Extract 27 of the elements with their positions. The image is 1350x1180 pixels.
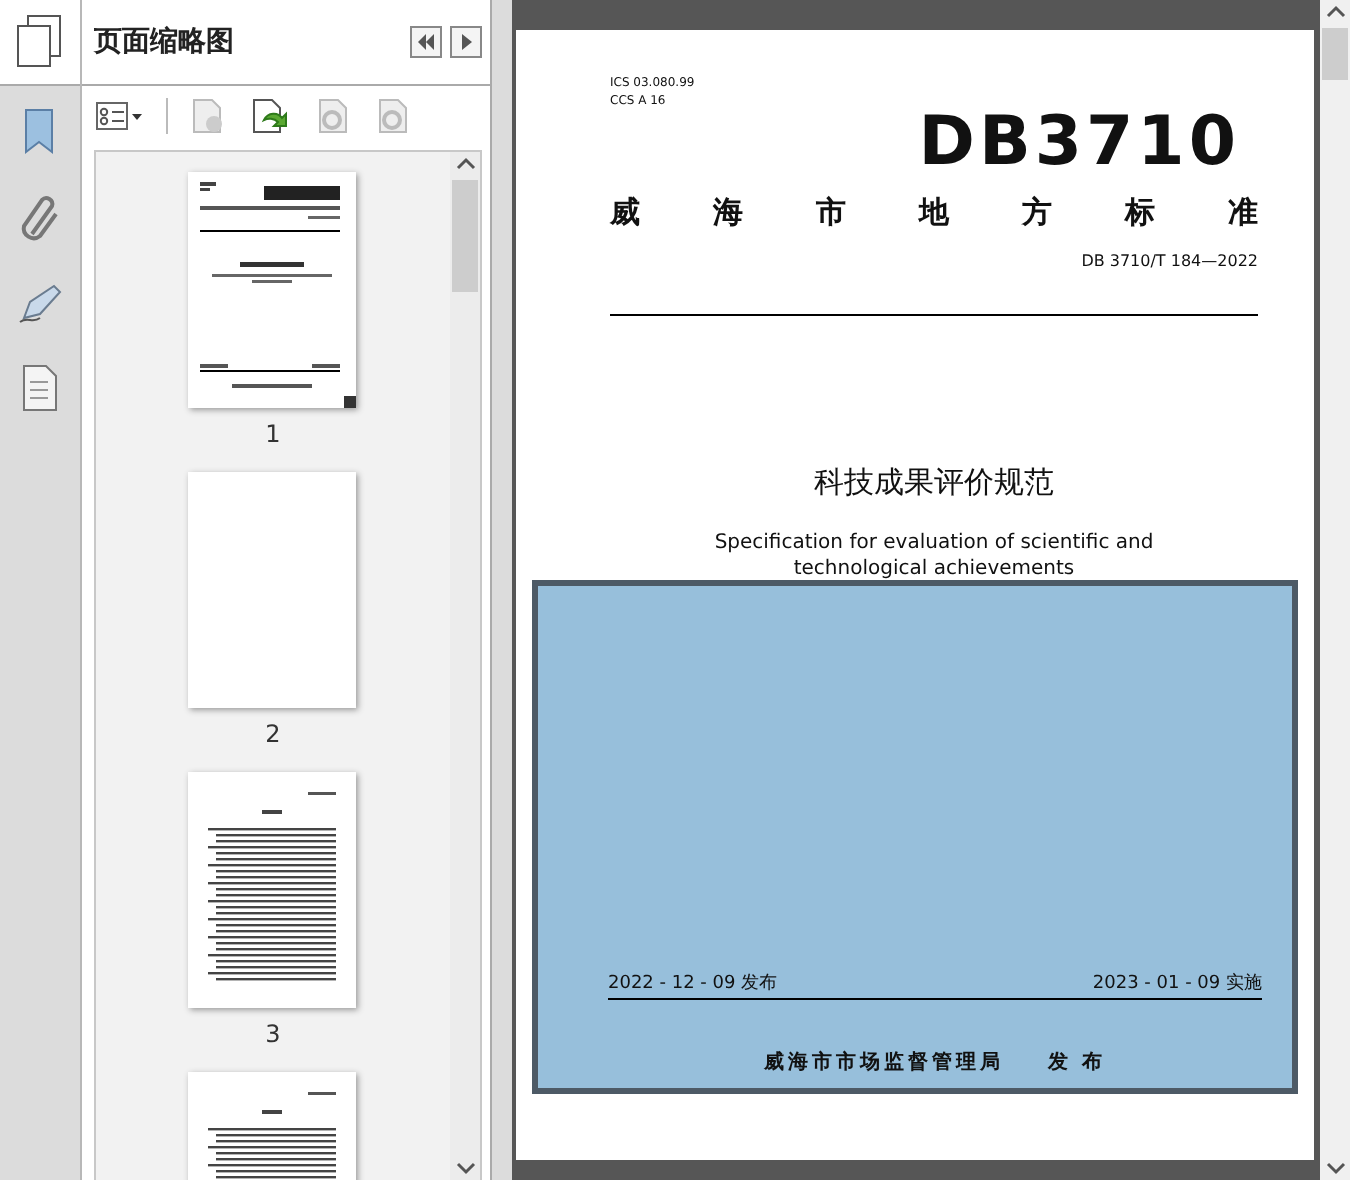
pages-icon[interactable]: [13, 14, 66, 70]
page-thumbnail[interactable]: [188, 772, 357, 1008]
document-subtitle: Specification for evaluation of scientific and technological achievements: [712, 530, 1156, 582]
standard-category: 威海市地方标准: [610, 194, 1258, 232]
expand-icon[interactable]: [450, 26, 483, 58]
publish-label: 发 布: [1047, 1049, 1107, 1076]
publisher: 威海市市场监督管理局: [763, 1048, 1004, 1076]
page-number: 3: [265, 1020, 281, 1048]
page-number: 1: [265, 420, 281, 448]
scrollbar-thumb[interactable]: [1322, 28, 1348, 80]
standard-number: DB 3710/T 184—2022: [1081, 252, 1258, 270]
insert-page-icon[interactable]: [247, 96, 292, 136]
standard-code: DB3710: [918, 110, 1240, 174]
panel-title: 页面缩略图: [93, 24, 234, 60]
collapse-icon[interactable]: [410, 26, 443, 58]
issue-date: 2022 - 12 - 09 发布: [608, 971, 778, 996]
document-icon[interactable]: [19, 362, 60, 414]
pen-icon[interactable]: [15, 282, 64, 326]
page-number: 2: [265, 720, 281, 748]
document-title: 科技成果评价规范: [812, 464, 1056, 502]
splitter-handle[interactable]: [490, 0, 512, 1180]
page-thumbnail[interactable]: [188, 172, 357, 408]
effective-date: 2023 - 01 - 09 实施: [1092, 971, 1262, 996]
paperclip-icon[interactable]: [17, 194, 62, 246]
options-icon[interactable]: [93, 100, 146, 132]
page-thumbnail[interactable]: [188, 472, 357, 708]
scrollbar-thumb[interactable]: [452, 180, 479, 292]
